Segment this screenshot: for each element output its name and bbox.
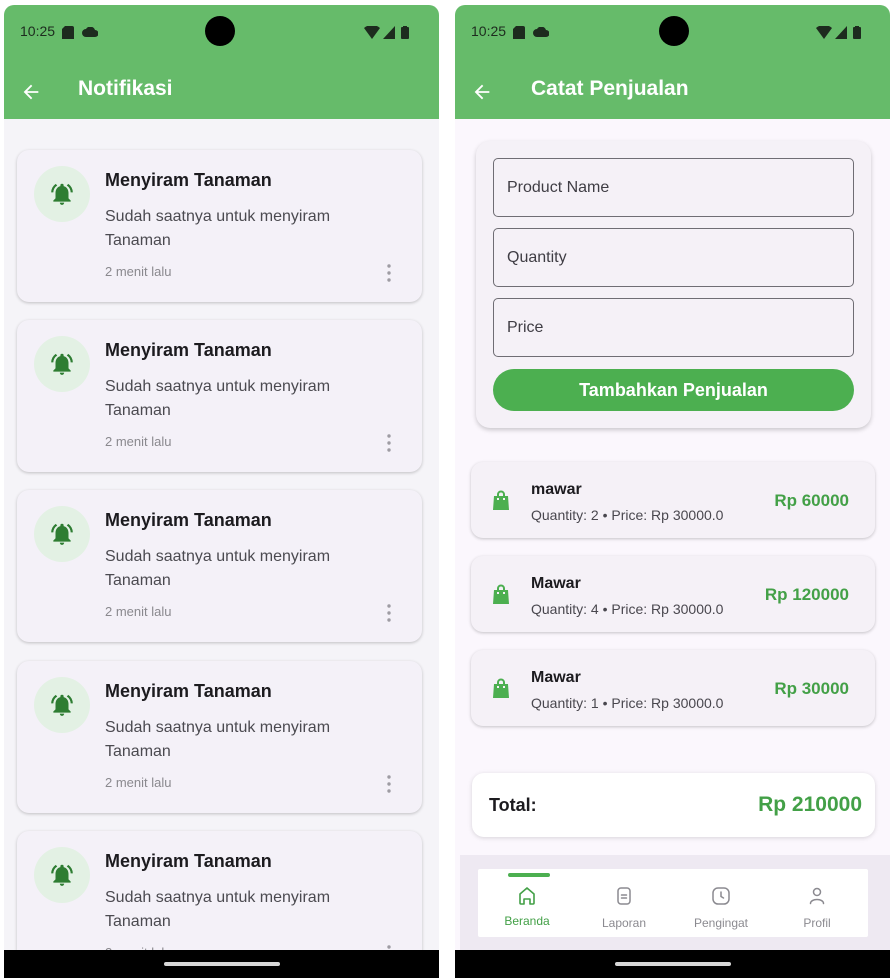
back-arrow-icon[interactable] bbox=[20, 81, 42, 103]
sale-total: Rp 60000 bbox=[774, 491, 849, 510]
cloud-icon bbox=[533, 27, 549, 37]
notification-avatar bbox=[34, 166, 90, 222]
page-title: Notifikasi bbox=[78, 77, 173, 100]
active-tab-indicator bbox=[508, 873, 550, 877]
price-field[interactable] bbox=[493, 298, 854, 357]
notification-time: 2 menit lalu bbox=[105, 264, 172, 279]
sale-product-name: mawar bbox=[531, 481, 582, 498]
sale-detail: Quantity: 4 • Price: Rp 30000.0 bbox=[531, 601, 724, 617]
signal-icon bbox=[835, 26, 847, 39]
notification-body: Sudah saatnya untuk menyiram Tanaman bbox=[105, 378, 331, 419]
bottom-navigation: Beranda Laporan Pengingat Profil bbox=[460, 855, 890, 950]
signal-icon bbox=[383, 26, 395, 39]
sale-detail: Quantity: 1 • Price: Rp 30000.0 bbox=[531, 695, 724, 711]
notification-body: Sudah saatnya untuk menyiram Tanaman bbox=[105, 889, 331, 930]
sim-card-icon bbox=[513, 26, 525, 39]
add-sale-button[interactable]: Tambahkan Penjualan bbox=[493, 369, 854, 411]
sim-card-icon bbox=[62, 26, 74, 39]
notification-list: Menyiram Tanaman Sudah saatnya untuk men… bbox=[4, 119, 439, 978]
status-time: 10:25 bbox=[471, 23, 507, 39]
notification-card[interactable]: Menyiram Tanaman Sudah saatnya untuk men… bbox=[17, 150, 422, 302]
home-gesture-handle[interactable] bbox=[163, 962, 280, 966]
sale-item[interactable]: mawar Quantity: 2 • Price: Rp 30000.0 Rp… bbox=[471, 462, 875, 538]
sale-item[interactable]: Mawar Quantity: 4 • Price: Rp 30000.0 Rp… bbox=[471, 556, 875, 632]
notification-title: Menyiram Tanaman bbox=[105, 851, 272, 871]
shopping-bag-icon bbox=[493, 490, 509, 510]
clock-icon bbox=[712, 887, 730, 905]
sale-product-name: Mawar bbox=[531, 575, 581, 592]
notification-title: Menyiram Tanaman bbox=[105, 170, 272, 190]
gesture-bar bbox=[4, 950, 439, 978]
home-gesture-handle[interactable] bbox=[614, 962, 731, 966]
notification-title: Menyiram Tanaman bbox=[105, 510, 272, 530]
notification-time: 2 menit lalu bbox=[105, 775, 172, 790]
total-card: Total: Rp 210000 bbox=[472, 773, 875, 837]
notification-avatar bbox=[34, 847, 90, 903]
cloud-icon bbox=[82, 27, 98, 37]
bell-ringing-icon bbox=[51, 523, 73, 545]
sale-total: Rp 30000 bbox=[774, 679, 849, 698]
nav-label-profil: Profil bbox=[803, 916, 831, 930]
nav-label-beranda: Beranda bbox=[504, 914, 550, 928]
status-time: 10:25 bbox=[20, 23, 56, 39]
shopping-bag-icon bbox=[493, 678, 509, 698]
person-icon bbox=[809, 887, 825, 905]
wifi-icon bbox=[364, 26, 380, 39]
sales-form-card: Tambahkan Penjualan bbox=[476, 141, 871, 428]
camera-cutout bbox=[659, 16, 689, 46]
bell-ringing-icon bbox=[51, 694, 73, 716]
more-vert-icon[interactable] bbox=[383, 773, 395, 795]
battery-icon bbox=[853, 26, 861, 39]
nav-label-laporan: Laporan bbox=[601, 916, 647, 930]
notification-card[interactable]: Menyiram Tanaman Sudah saatnya untuk men… bbox=[17, 490, 422, 642]
nav-item-profil[interactable]: Profil bbox=[772, 869, 862, 937]
gesture-bar bbox=[455, 950, 890, 978]
nav-label-pengingat: Pengingat bbox=[693, 916, 749, 930]
bottom-navigation-bar: Beranda Laporan Pengingat Profil bbox=[478, 869, 868, 937]
notification-avatar bbox=[34, 506, 90, 562]
total-value: Rp 210000 bbox=[758, 793, 862, 816]
nav-item-laporan[interactable]: Laporan bbox=[579, 869, 669, 937]
bell-ringing-icon bbox=[51, 183, 73, 205]
notifications-screen: 10:25 Notifikasi Menyiram Tanaman Sudah … bbox=[4, 5, 439, 978]
wifi-icon bbox=[816, 26, 832, 39]
sale-product-name: Mawar bbox=[531, 669, 581, 686]
home-icon bbox=[519, 887, 535, 905]
product-name-field[interactable] bbox=[493, 158, 854, 217]
bell-ringing-icon bbox=[51, 864, 73, 886]
notification-time: 2 menit lalu bbox=[105, 434, 172, 449]
sale-detail: Quantity: 2 • Price: Rp 30000.0 bbox=[531, 507, 724, 523]
bell-ringing-icon bbox=[51, 353, 73, 375]
camera-cutout bbox=[205, 16, 235, 46]
page-title: Catat Penjualan bbox=[531, 77, 689, 100]
notification-card[interactable]: Menyiram Tanaman Sudah saatnya untuk men… bbox=[17, 661, 422, 813]
sale-total: Rp 120000 bbox=[764, 585, 849, 604]
notification-body: Sudah saatnya untuk menyiram Tanaman bbox=[105, 548, 331, 589]
total-label: Total: bbox=[489, 795, 537, 815]
status-bar: 10:25 bbox=[455, 5, 890, 63]
notification-title: Menyiram Tanaman bbox=[105, 340, 272, 360]
notification-time: 2 menit lalu bbox=[105, 604, 172, 619]
sales-screen: 10:25 Catat Penjualan Tambahkan Penjuala… bbox=[455, 5, 890, 978]
back-arrow-icon[interactable] bbox=[471, 81, 493, 103]
notification-body: Sudah saatnya untuk menyiram Tanaman bbox=[105, 719, 331, 760]
more-vert-icon[interactable] bbox=[383, 602, 395, 624]
nav-item-beranda[interactable]: Beranda bbox=[482, 869, 572, 937]
quantity-field[interactable] bbox=[493, 228, 854, 287]
notification-card[interactable]: Menyiram Tanaman Sudah saatnya untuk men… bbox=[17, 320, 422, 472]
nav-item-pengingat[interactable]: Pengingat bbox=[676, 869, 766, 937]
status-bar: 10:25 bbox=[4, 5, 439, 63]
more-vert-icon[interactable] bbox=[383, 262, 395, 284]
report-icon bbox=[617, 887, 631, 905]
battery-icon bbox=[401, 26, 409, 39]
sale-item[interactable]: Mawar Quantity: 1 • Price: Rp 30000.0 Rp… bbox=[471, 650, 875, 726]
notification-title: Menyiram Tanaman bbox=[105, 681, 272, 701]
app-bar: Notifikasi bbox=[4, 63, 439, 119]
notification-avatar bbox=[34, 677, 90, 733]
notification-body: Sudah saatnya untuk menyiram Tanaman bbox=[105, 208, 331, 249]
app-bar: Catat Penjualan bbox=[455, 63, 890, 119]
notification-avatar bbox=[34, 336, 90, 392]
shopping-bag-icon bbox=[493, 584, 509, 604]
more-vert-icon[interactable] bbox=[383, 432, 395, 454]
